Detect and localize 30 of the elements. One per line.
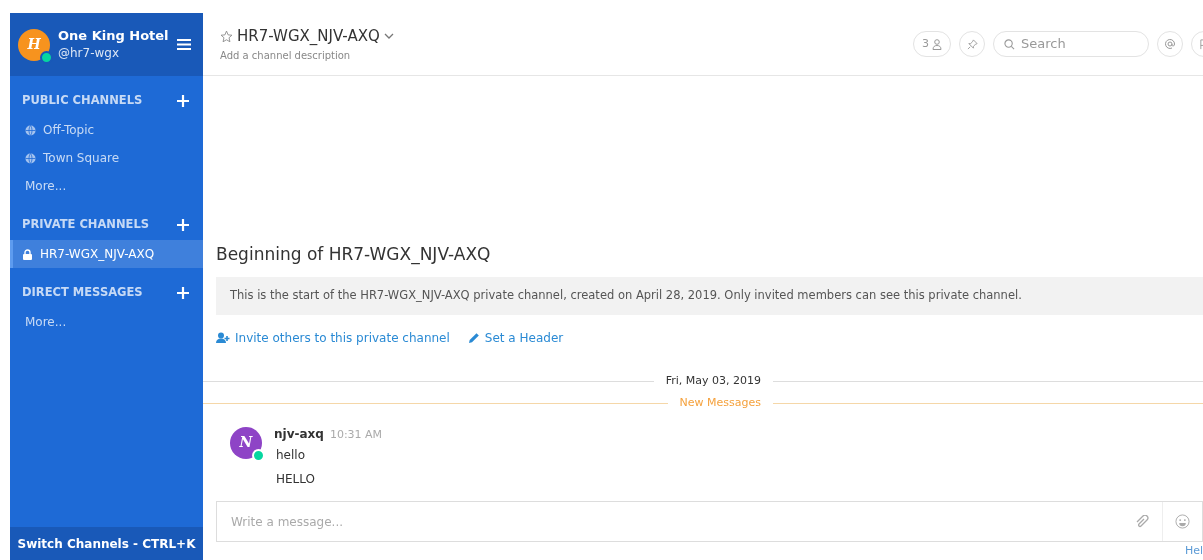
help-link[interactable]: Hel	[1184, 544, 1203, 557]
channel-item[interactable]: HR7-WGX_NJV-AXQ	[10, 240, 203, 268]
message-time: 10:31 AM	[329, 427, 383, 441]
user-avatar[interactable]: N	[230, 426, 262, 459]
action-link[interactable]: Set a Header	[467, 328, 564, 347]
avatar-letter: N	[239, 433, 253, 452]
section-heading: PUBLIC CHANNELS	[22, 92, 143, 110]
team-name: One King Hotel	[58, 27, 169, 44]
channel-title[interactable]: HR7-WGX_NJV-AXQ	[237, 25, 380, 48]
search-field[interactable]: Search	[993, 31, 1149, 57]
avatar-letter: H	[27, 35, 41, 54]
more-link[interactable]: More...	[10, 308, 203, 336]
section-heading: DIRECT MESSAGES	[22, 284, 143, 302]
action-link[interactable]: Invite others to this private channel	[216, 328, 450, 347]
member-count-button[interactable]: 3	[913, 31, 951, 57]
more-link[interactable]: More...	[10, 172, 203, 200]
message-text: hello	[275, 447, 306, 464]
username: @hr7-wgx	[58, 44, 121, 62]
channel-description[interactable]: Add a channel description	[220, 47, 913, 63]
switch-channels-bar[interactable]: Switch Channels - CTRL+K	[10, 527, 203, 560]
channel-item[interactable]: Town Square	[10, 144, 203, 172]
date-separator: Fri, May 03, 2019	[665, 373, 761, 390]
intro-text: This is the start of the HR7-WGX_NJV-AXQ private channel, created on April 28, 2019. Only invited members can see this private channel.	[216, 277, 1203, 315]
author-name[interactable]: njv-axq	[274, 426, 324, 441]
intro-title: Beginning of HR7-WGX_NJV-AXQ	[215, 242, 492, 267]
new-messages-label: New Messages	[679, 395, 761, 412]
team-avatar[interactable]: H	[18, 28, 50, 61]
channel-item[interactable]: Off-Topic	[10, 116, 203, 144]
message-text: HELLO	[275, 471, 316, 488]
section-heading: PRIVATE CHANNELS	[22, 216, 150, 234]
